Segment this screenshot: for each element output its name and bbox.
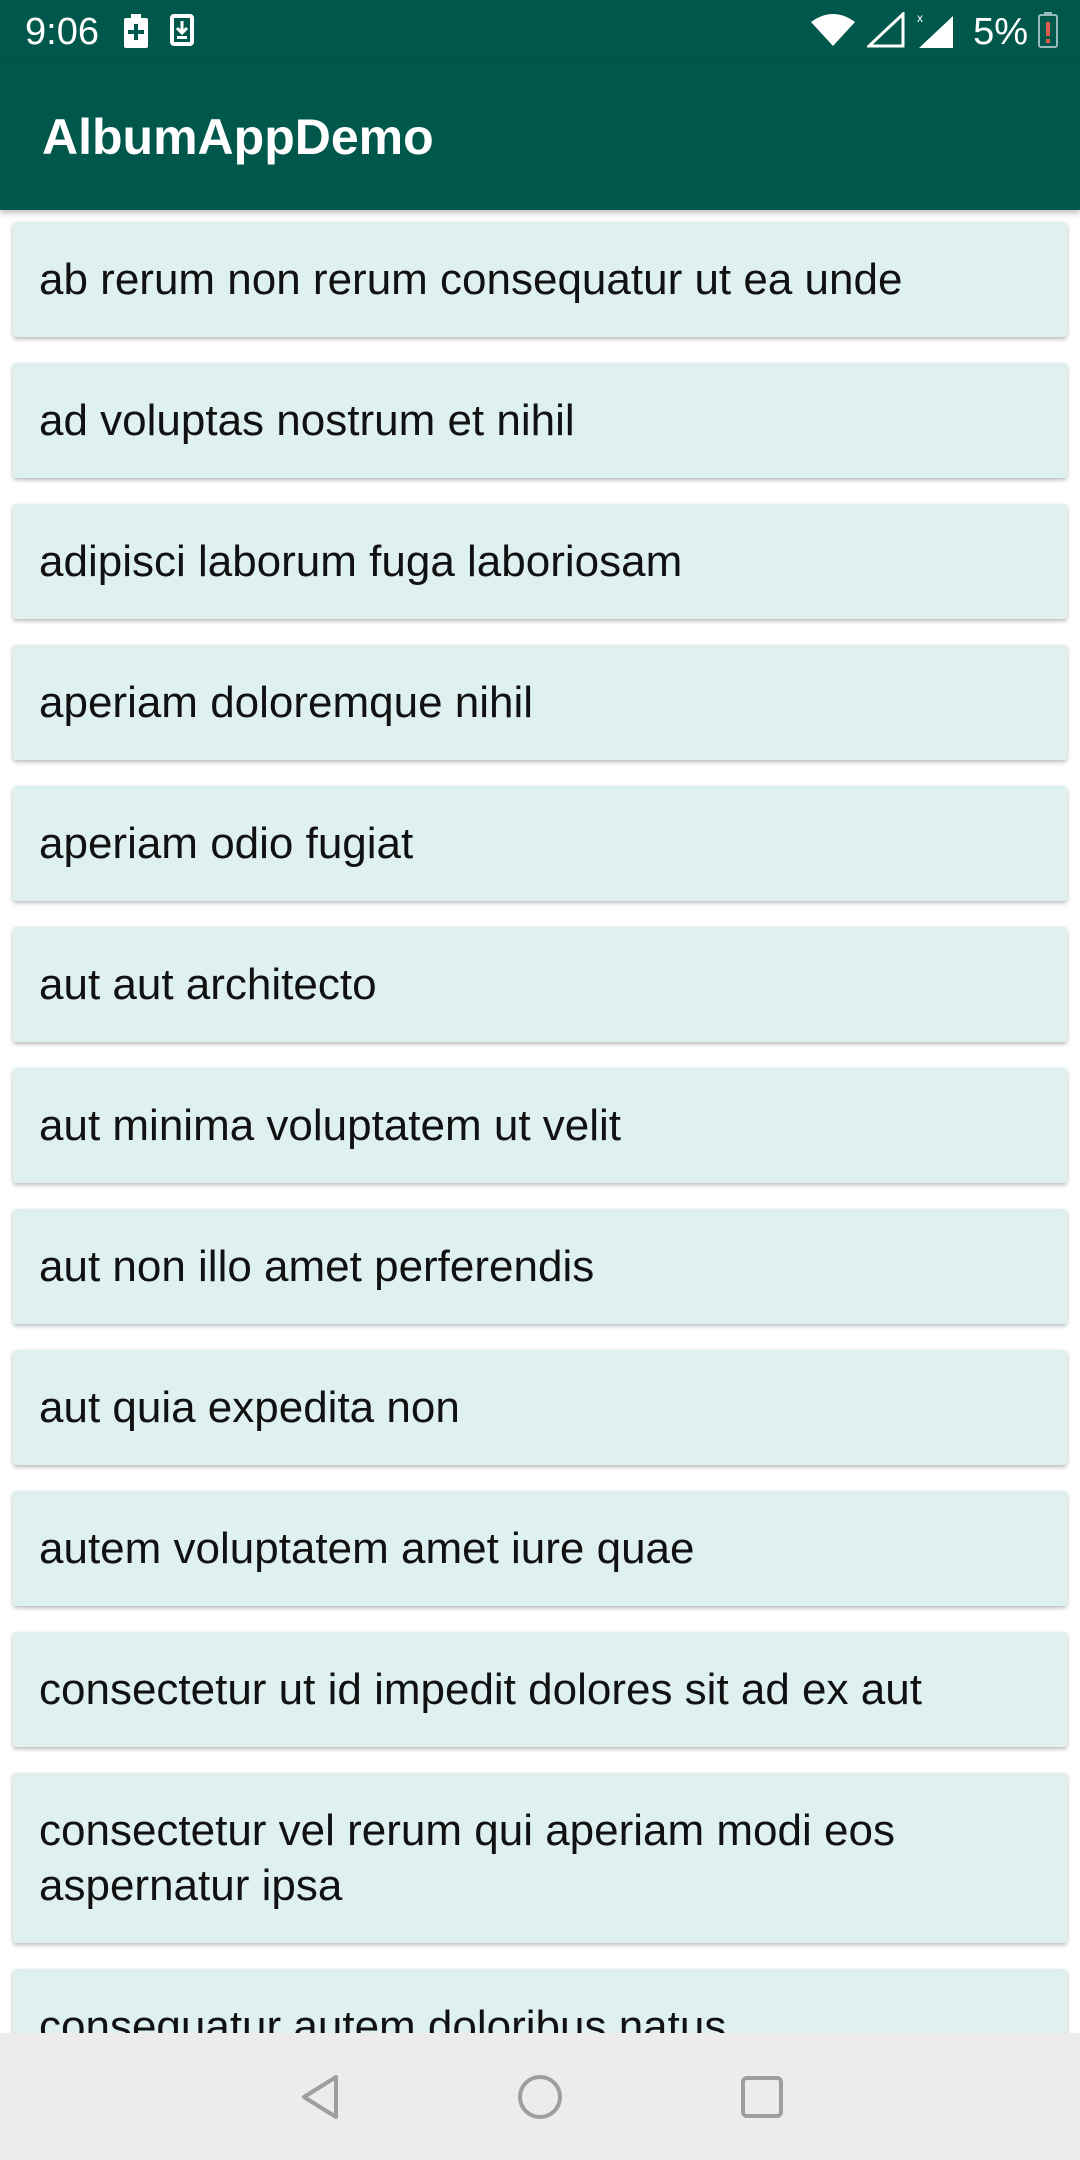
album-title: aut minima voluptatem ut velit xyxy=(39,1101,622,1150)
album-title: aut quia expedita non xyxy=(39,1383,460,1432)
album-list-item[interactable]: ad voluptas nostrum et nihil xyxy=(13,363,1067,478)
recents-icon[interactable] xyxy=(734,2069,790,2125)
album-title: aut non illo amet perferendis xyxy=(39,1242,595,1291)
status-bar: 9:06 x 5% xyxy=(0,0,1080,63)
album-title: aperiam doloremque nihil xyxy=(39,678,534,727)
album-title: ad voluptas nostrum et nihil xyxy=(39,396,575,445)
navigation-bar xyxy=(0,2033,1080,2160)
album-list[interactable]: ab rerum non rerum consequatur ut ea und… xyxy=(0,210,1080,2033)
status-right-group: x 5% xyxy=(809,8,1058,56)
album-list-item[interactable]: aut non illo amet perferendis xyxy=(13,1209,1067,1324)
album-list-item[interactable]: aperiam odio fugiat xyxy=(13,786,1067,901)
battery-saver-icon xyxy=(124,14,148,53)
album-title: ab rerum non rerum consequatur ut ea und… xyxy=(39,255,903,304)
album-list-item[interactable]: consequatur autem doloribus natus xyxy=(13,1969,1067,2033)
album-title: consequatur autem doloribus natus xyxy=(39,2002,727,2033)
album-title: adipisci laborum fuga laboriosam xyxy=(39,537,683,586)
status-notification-icons xyxy=(124,14,194,53)
app-title: AlbumAppDemo xyxy=(42,109,434,165)
album-list-item[interactable]: autem voluptatem amet iure quae xyxy=(13,1491,1067,1606)
album-title: aperiam odio fugiat xyxy=(39,819,414,868)
status-time: 9:06 xyxy=(25,11,99,53)
battery-percent: 5% xyxy=(973,11,1028,53)
album-title: aut aut architecto xyxy=(39,960,377,1009)
album-list-item[interactable]: consectetur ut id impedit dolores sit ad… xyxy=(13,1632,1067,1747)
album-list-item[interactable]: aperiam doloremque nihil xyxy=(13,645,1067,760)
app-bar: AlbumAppDemo xyxy=(0,63,1080,210)
album-title: consectetur vel rerum qui aperiam modi e… xyxy=(39,1806,895,1910)
album-list-item[interactable]: ab rerum non rerum consequatur ut ea und… xyxy=(13,222,1067,337)
album-title: autem voluptatem amet iure quae xyxy=(39,1524,695,1573)
wifi-icon xyxy=(809,12,857,53)
battery-icon xyxy=(1038,11,1058,53)
album-list-item[interactable]: aut aut architecto xyxy=(13,927,1067,1042)
album-list-item[interactable]: adipisci laborum fuga laboriosam xyxy=(13,504,1067,619)
album-title: consectetur ut id impedit dolores sit ad… xyxy=(39,1665,922,1714)
album-list-item[interactable]: consectetur vel rerum qui aperiam modi e… xyxy=(13,1773,1067,1943)
home-icon[interactable] xyxy=(512,2069,568,2125)
download-icon xyxy=(170,14,194,53)
album-list-item[interactable]: aut quia expedita non xyxy=(13,1350,1067,1465)
signal-no-service-icon: x xyxy=(915,10,955,55)
signal-icon xyxy=(865,10,905,53)
back-icon[interactable] xyxy=(292,2069,348,2125)
album-list-item[interactable]: aut minima voluptatem ut velit xyxy=(13,1068,1067,1183)
svg-text:x: x xyxy=(917,11,923,25)
